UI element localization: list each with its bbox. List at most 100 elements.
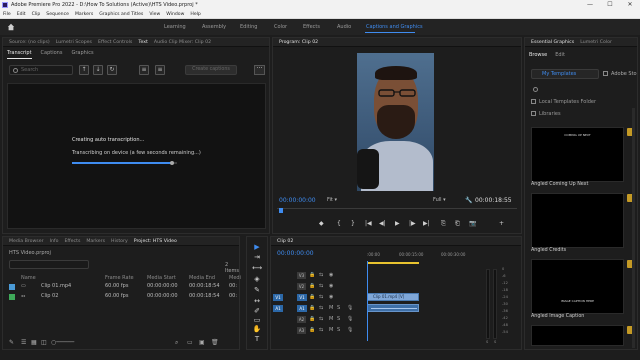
transcript-search-input[interactable]: Search <box>9 65 73 75</box>
template-thumbnail[interactable]: COMING UP NEXT <box>531 127 635 182</box>
refresh-button[interactable]: ↻ <box>107 65 117 75</box>
lock-icon[interactable]: 🔒 <box>309 327 315 333</box>
previous-result-button[interactable]: ↑ <box>79 65 89 75</box>
mark-in-button[interactable]: { <box>337 220 341 227</box>
template-thumbnail[interactable] <box>531 193 635 248</box>
button-editor-button[interactable]: + <box>499 220 504 227</box>
add-marker-button[interactable]: ◆ <box>319 220 324 227</box>
sync-icon[interactable]: ⇆ <box>319 305 323 311</box>
solo-button[interactable]: S <box>337 305 340 311</box>
tab-program[interactable]: Program: Clip 02 <box>279 40 318 45</box>
workspace-tab-color[interactable]: Color <box>274 24 287 30</box>
menu-file[interactable]: File <box>3 12 11 17</box>
delete-icon[interactable]: 🗑 <box>211 339 219 346</box>
templates-search-input[interactable] <box>531 85 635 95</box>
tab-sequence-clip-02[interactable]: Clip 02 <box>277 239 293 244</box>
workspace-tab-captions-and-graphics[interactable]: Captions and Graphics <box>366 24 423 30</box>
column-media-end[interactable]: Media End <box>189 275 215 281</box>
microphone-icon[interactable]: 🎙 <box>347 327 353 333</box>
solo-button[interactable]: S <box>337 327 340 333</box>
play-button[interactable]: ▶ <box>395 220 400 227</box>
lift-button[interactable]: ⎘ <box>441 220 446 228</box>
close-button[interactable]: ✕ <box>620 0 640 10</box>
menu-view[interactable]: View <box>149 12 160 17</box>
tab-lumetri-color[interactable]: Lumetri Color <box>580 40 612 45</box>
timeline-playhead[interactable] <box>367 261 368 341</box>
workspace-tab-audio[interactable]: Audio <box>337 24 351 30</box>
work-area-bar[interactable] <box>367 262 419 264</box>
icon-view-icon[interactable]: ▦ <box>31 339 37 346</box>
column-name[interactable]: Name <box>21 275 36 281</box>
zoom-select[interactable]: Fit ▾ <box>327 197 337 203</box>
audio-clip[interactable] <box>367 304 419 312</box>
subtab-edit[interactable]: Edit <box>555 52 565 58</box>
go-to-in-button[interactable]: |◀ <box>365 220 372 227</box>
tab-history[interactable]: History <box>111 239 128 244</box>
ripple-edit-tool-icon[interactable]: ⟷ <box>252 264 262 273</box>
project-item-row[interactable]: ⚏ Clip 02 60.00 fps 00:00:00:00 00:00:18… <box>9 293 239 302</box>
column-media[interactable]: Medi <box>229 275 241 281</box>
menu-clip[interactable]: Clip <box>32 12 41 17</box>
templates-scrollbar[interactable] <box>632 108 635 348</box>
home-icon[interactable] <box>7 23 15 31</box>
project-item-row[interactable]: ▭ Clip 01.mp4 60.00 fps 00:00:00:00 00:0… <box>9 283 239 292</box>
video-clip[interactable]: Clip 01.mp4 [V] <box>367 293 419 301</box>
tab-project[interactable]: Project: HTS Video <box>134 239 177 244</box>
subtab-browse[interactable]: Browse <box>529 52 547 58</box>
resolution-select[interactable]: Full ▾ <box>433 197 446 203</box>
selection-tool-icon[interactable]: ▶ <box>252 243 262 252</box>
menu-edit[interactable]: Edit <box>17 12 26 17</box>
hand-tool-icon[interactable]: ✋ <box>252 325 262 334</box>
eye-icon[interactable]: ◉ <box>329 283 333 289</box>
microphone-icon[interactable]: 🎙 <box>347 305 353 311</box>
menu-sequence[interactable]: Sequence <box>46 12 69 17</box>
lock-icon[interactable]: 🔒 <box>309 272 315 278</box>
list-view-icon[interactable]: ☰ <box>21 339 26 346</box>
solo-button[interactable]: S <box>337 316 340 322</box>
pencil-icon[interactable]: ✎ <box>9 339 14 346</box>
program-time-ruler[interactable] <box>277 208 517 214</box>
program-timecode[interactable]: 00:00:00:00 <box>279 197 316 204</box>
sync-icon[interactable]: ⇆ <box>319 327 323 333</box>
split-segment-icon[interactable]: ≡ <box>155 65 165 75</box>
menu-markers[interactable]: Markers <box>75 12 93 17</box>
sync-icon[interactable]: ⇆ <box>319 294 323 300</box>
lock-icon[interactable]: 🔒 <box>309 316 315 322</box>
solo-right-button[interactable]: S <box>494 340 496 344</box>
local-templates-folder-checkbox[interactable]: Local Templates Folder <box>531 99 596 105</box>
workspace-tab-assembly[interactable]: Assembly <box>202 24 226 30</box>
wrench-icon[interactable]: 🔧 <box>465 197 472 204</box>
tab-lumetri-scopes[interactable]: Lumetri Scopes <box>56 40 92 45</box>
slip-tool-icon[interactable]: ↔ <box>252 297 262 306</box>
subtab-captions[interactable]: Captions <box>41 50 63 59</box>
subtab-graphics[interactable]: Graphics <box>71 50 93 59</box>
tab-markers[interactable]: Markers <box>86 239 105 244</box>
lock-icon[interactable]: 🔒 <box>309 305 315 311</box>
merge-segments-icon[interactable]: ≡ <box>139 65 149 75</box>
template-thumbnail[interactable] <box>531 325 635 346</box>
pen-tool-icon[interactable]: ✎ <box>252 286 262 295</box>
menu-graphics-and-titles[interactable]: Graphics and Titles <box>99 12 143 17</box>
sync-icon[interactable]: ⇆ <box>319 283 323 289</box>
adobe-stock-option[interactable]: Adobe Sto <box>603 69 640 79</box>
rectangle-tool-icon[interactable]: ▭ <box>252 316 262 325</box>
solo-left-button[interactable]: S <box>486 340 488 344</box>
timeline-timecode[interactable]: 00:00:00:00 <box>277 250 314 257</box>
subtab-transcript[interactable]: Transcript <box>7 50 32 59</box>
column-media-start[interactable]: Media Start <box>147 275 176 281</box>
step-forward-button[interactable]: |▶ <box>409 220 416 227</box>
my-templates-select[interactable]: My Templates <box>531 69 599 79</box>
mute-button[interactable]: M <box>329 305 333 311</box>
eye-icon[interactable]: ◉ <box>329 294 333 300</box>
template-thumbnail[interactable]: IMAGE CAPTION HERE <box>531 259 635 314</box>
sync-icon[interactable]: ⇆ <box>319 272 323 278</box>
microphone-icon[interactable]: 🎙 <box>347 316 353 322</box>
zoom-slider[interactable]: ○───── <box>51 339 74 346</box>
tab-text[interactable]: Text <box>138 40 147 45</box>
razor-tool-icon[interactable]: ◈ <box>252 275 262 284</box>
more-options-button[interactable]: ··· <box>254 65 265 75</box>
project-search-input[interactable] <box>9 260 89 269</box>
extract-button[interactable]: ⎗ <box>455 220 460 228</box>
minimize-button[interactable]: — <box>580 0 600 10</box>
pencil-tool-icon[interactable]: ✐ <box>252 307 262 316</box>
